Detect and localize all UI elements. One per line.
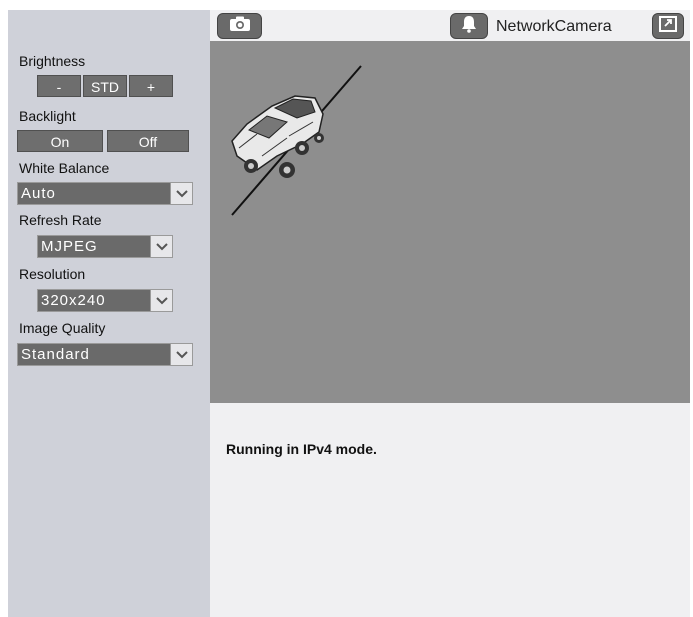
video-frame <box>231 65 362 216</box>
control-sidebar <box>8 10 210 617</box>
resolution-label: Resolution <box>19 266 86 282</box>
brightness-increase-button[interactable]: + <box>129 75 173 97</box>
white-balance-select[interactable]: Auto <box>17 182 193 205</box>
camera-name: NetworkCamera <box>496 18 612 35</box>
fullscreen-button[interactable] <box>652 13 684 39</box>
status-message: Running in IPv4 mode. <box>226 441 377 457</box>
white-balance-value: Auto <box>21 185 56 202</box>
chevron-down-icon <box>170 344 192 365</box>
bell-icon <box>461 15 477 38</box>
image-quality-value: Standard <box>21 346 90 363</box>
brightness-standard-button[interactable]: STD <box>83 75 127 97</box>
backlight-on-button[interactable]: On <box>17 130 103 152</box>
chevron-down-icon <box>150 290 172 311</box>
chevron-down-icon <box>150 236 172 257</box>
resolution-select[interactable]: 320x240 <box>37 289 173 312</box>
fullscreen-icon <box>659 15 677 37</box>
backlight-label: Backlight <box>19 108 76 124</box>
image-quality-select[interactable]: Standard <box>17 343 193 366</box>
snapshot-button[interactable] <box>217 13 262 39</box>
refresh-rate-select[interactable]: MJPEG <box>37 235 173 258</box>
car-image <box>231 95 324 178</box>
image-quality-label: Image Quality <box>19 320 106 336</box>
refresh-rate-value: MJPEG <box>41 238 98 255</box>
backlight-off-button[interactable]: Off <box>107 130 189 152</box>
camera-icon <box>229 16 251 37</box>
white-balance-label: White Balance <box>19 160 110 176</box>
chevron-down-icon <box>170 183 192 204</box>
brightness-label: Brightness <box>19 53 86 69</box>
resolution-value: 320x240 <box>41 292 106 309</box>
camera-video-feed <box>210 41 690 403</box>
refresh-rate-label: Refresh Rate <box>19 212 102 228</box>
alarm-button[interactable] <box>450 13 488 39</box>
brightness-decrease-button[interactable]: - <box>37 75 81 97</box>
